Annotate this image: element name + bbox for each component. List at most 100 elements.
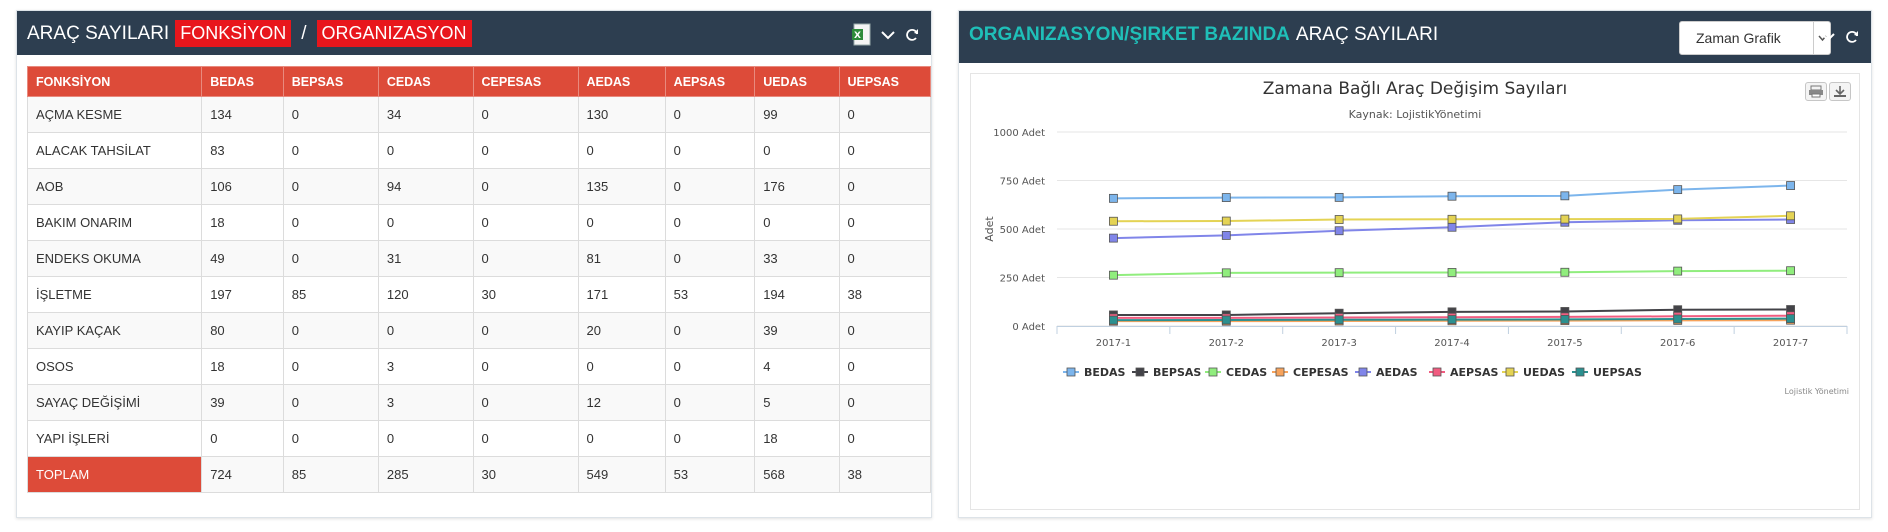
value-cell: 0 <box>282 420 379 457</box>
excel-export-icon[interactable]: X <box>851 23 873 47</box>
value-cell: 20 <box>577 312 666 349</box>
tab-organizasyon[interactable]: ORGANIZASYON <box>316 20 472 47</box>
title-rest: ARAÇ SAYILARI <box>1295 24 1439 45</box>
data-point <box>1334 192 1344 202</box>
download-icon[interactable] <box>1829 82 1851 101</box>
line-chart-container: Zamana Bağlı Araç Değişim Sayıları Kaynak… <box>970 73 1860 510</box>
row-label-cell: OSOS <box>26 348 203 385</box>
total-value-cell: 53 <box>664 456 756 493</box>
legend-label: AEDAS <box>1376 366 1418 379</box>
value-cell: 0 <box>472 312 579 349</box>
chart-subtitle: Kaynak: LojistikYönetimi <box>1349 108 1482 121</box>
x-tick-label: 2017-7 <box>1773 338 1808 349</box>
data-point <box>1560 191 1570 201</box>
column-header[interactable]: FONKSİYON <box>26 66 203 97</box>
value-cell: 0 <box>577 420 666 457</box>
y-tick-label: 500 Adet <box>1000 225 1045 236</box>
legend-label: AEPSAS <box>1450 366 1499 379</box>
refresh-icon[interactable] <box>1843 28 1861 46</box>
chevron-down-icon[interactable] <box>1819 28 1837 46</box>
print-icon[interactable] <box>1805 82 1827 101</box>
row-label-cell: YAPI İŞLERİ <box>26 420 203 457</box>
data-point <box>1221 315 1231 325</box>
data-point <box>1673 266 1683 276</box>
value-cell: 0 <box>664 204 756 241</box>
table-row: BAKIM ONARIM 18 0 0 0 0 0 0 0 <box>26 204 932 241</box>
legend-item[interactable]: CEDAS <box>1205 366 1267 379</box>
data-point <box>1221 268 1231 278</box>
value-cell: 0 <box>838 348 932 385</box>
legend-item[interactable]: CEPESAS <box>1272 366 1349 379</box>
column-header[interactable]: UEDAS <box>754 66 840 97</box>
value-cell: 0 <box>838 132 932 169</box>
x-tick-label: 2017-4 <box>1434 338 1469 349</box>
value-cell: 0 <box>472 132 579 169</box>
value-cell: 0 <box>282 384 379 421</box>
legend-item[interactable]: BEPSAS <box>1132 366 1201 379</box>
total-value-cell: 568 <box>754 456 840 493</box>
value-cell: 0 <box>472 348 579 385</box>
tab-fonksiyon[interactable]: FONKSİYON <box>175 20 292 47</box>
y-tick-label: 0 Adet <box>1012 322 1045 333</box>
column-header[interactable]: CEDAS <box>377 66 474 97</box>
value-cell: 197 <box>201 276 284 313</box>
column-header[interactable]: BEDAS <box>201 66 284 97</box>
value-cell: 0 <box>282 96 379 133</box>
chart-type-select[interactable]: Zaman Grafik <box>1679 21 1831 55</box>
data-point <box>1673 185 1683 195</box>
row-label-cell: KAYIP KAÇAK <box>26 312 203 349</box>
row-label-cell: BAKIM ONARIM <box>26 204 203 241</box>
value-cell: 0 <box>577 348 666 385</box>
table-row: ALACAK TAHSİLAT 83 0 0 0 0 0 0 0 <box>26 132 932 169</box>
legend-item[interactable]: AEDAS <box>1355 366 1418 379</box>
data-point <box>1109 193 1118 203</box>
value-cell: 0 <box>838 96 932 133</box>
value-cell: 130 <box>577 96 666 133</box>
title-separator: / <box>301 22 307 44</box>
legend-label: CEDAS <box>1226 366 1267 379</box>
value-cell: 39 <box>754 312 840 349</box>
value-cell: 39 <box>201 384 284 421</box>
table-row: KAYIP KAÇAK 80 0 0 0 20 0 39 0 <box>26 312 932 349</box>
legend-item[interactable]: UEPSAS <box>1572 366 1642 379</box>
column-header[interactable]: CEPESAS <box>472 66 579 97</box>
data-point <box>1109 270 1118 280</box>
row-label-cell: AÇMA KESME <box>26 96 203 133</box>
vehicle-count-function-panel: ARAÇ SAYILARI FONKSİYON / ORGANIZASYON X <box>16 10 932 518</box>
column-header[interactable]: AEPSAS <box>664 66 756 97</box>
legend-item[interactable]: BEDAS <box>1063 366 1126 379</box>
legend-marker <box>1275 367 1285 377</box>
row-label-cell: SAYAÇ DEĞİŞİMİ <box>26 384 203 421</box>
table-row: AOB 106 0 94 0 135 0 176 0 <box>26 168 932 205</box>
org-vehicle-count-panel: ORGANIZASYON/ŞIRKET BAZINDA ARAÇ SAYILAR… <box>958 10 1872 518</box>
legend-item[interactable]: UEDAS <box>1502 366 1565 379</box>
column-header[interactable]: UEPSAS <box>838 66 932 97</box>
refresh-icon[interactable] <box>903 26 921 44</box>
data-point <box>1221 231 1231 240</box>
value-cell: 194 <box>754 276 840 313</box>
value-cell: 34 <box>377 96 474 133</box>
value-cell: 85 <box>282 276 379 313</box>
legend-label: UEPSAS <box>1593 366 1642 379</box>
value-cell: 83 <box>201 132 284 169</box>
value-cell: 135 <box>577 168 666 205</box>
data-point <box>1109 315 1118 325</box>
chevron-down-icon[interactable] <box>879 26 897 44</box>
data-point <box>1786 211 1795 221</box>
value-cell: 30 <box>472 276 579 313</box>
y-tick-label: 1000 Adet <box>993 128 1045 139</box>
value-cell: 0 <box>377 420 474 457</box>
legend-item[interactable]: AEPSAS <box>1429 366 1499 379</box>
data-point <box>1447 222 1457 232</box>
column-header[interactable]: BEPSAS <box>282 66 379 97</box>
total-label-cell: TOPLAM <box>26 456 203 493</box>
value-cell: 0 <box>377 204 474 241</box>
legend-label: CEPESAS <box>1293 366 1349 379</box>
column-header[interactable]: AEDAS <box>577 66 666 97</box>
value-cell: 18 <box>754 420 840 457</box>
value-cell: 0 <box>472 384 579 421</box>
x-tick-label: 2017-1 <box>1096 338 1131 349</box>
value-cell: 49 <box>201 240 284 277</box>
value-cell: 38 <box>838 276 932 313</box>
value-cell: 0 <box>664 168 756 205</box>
